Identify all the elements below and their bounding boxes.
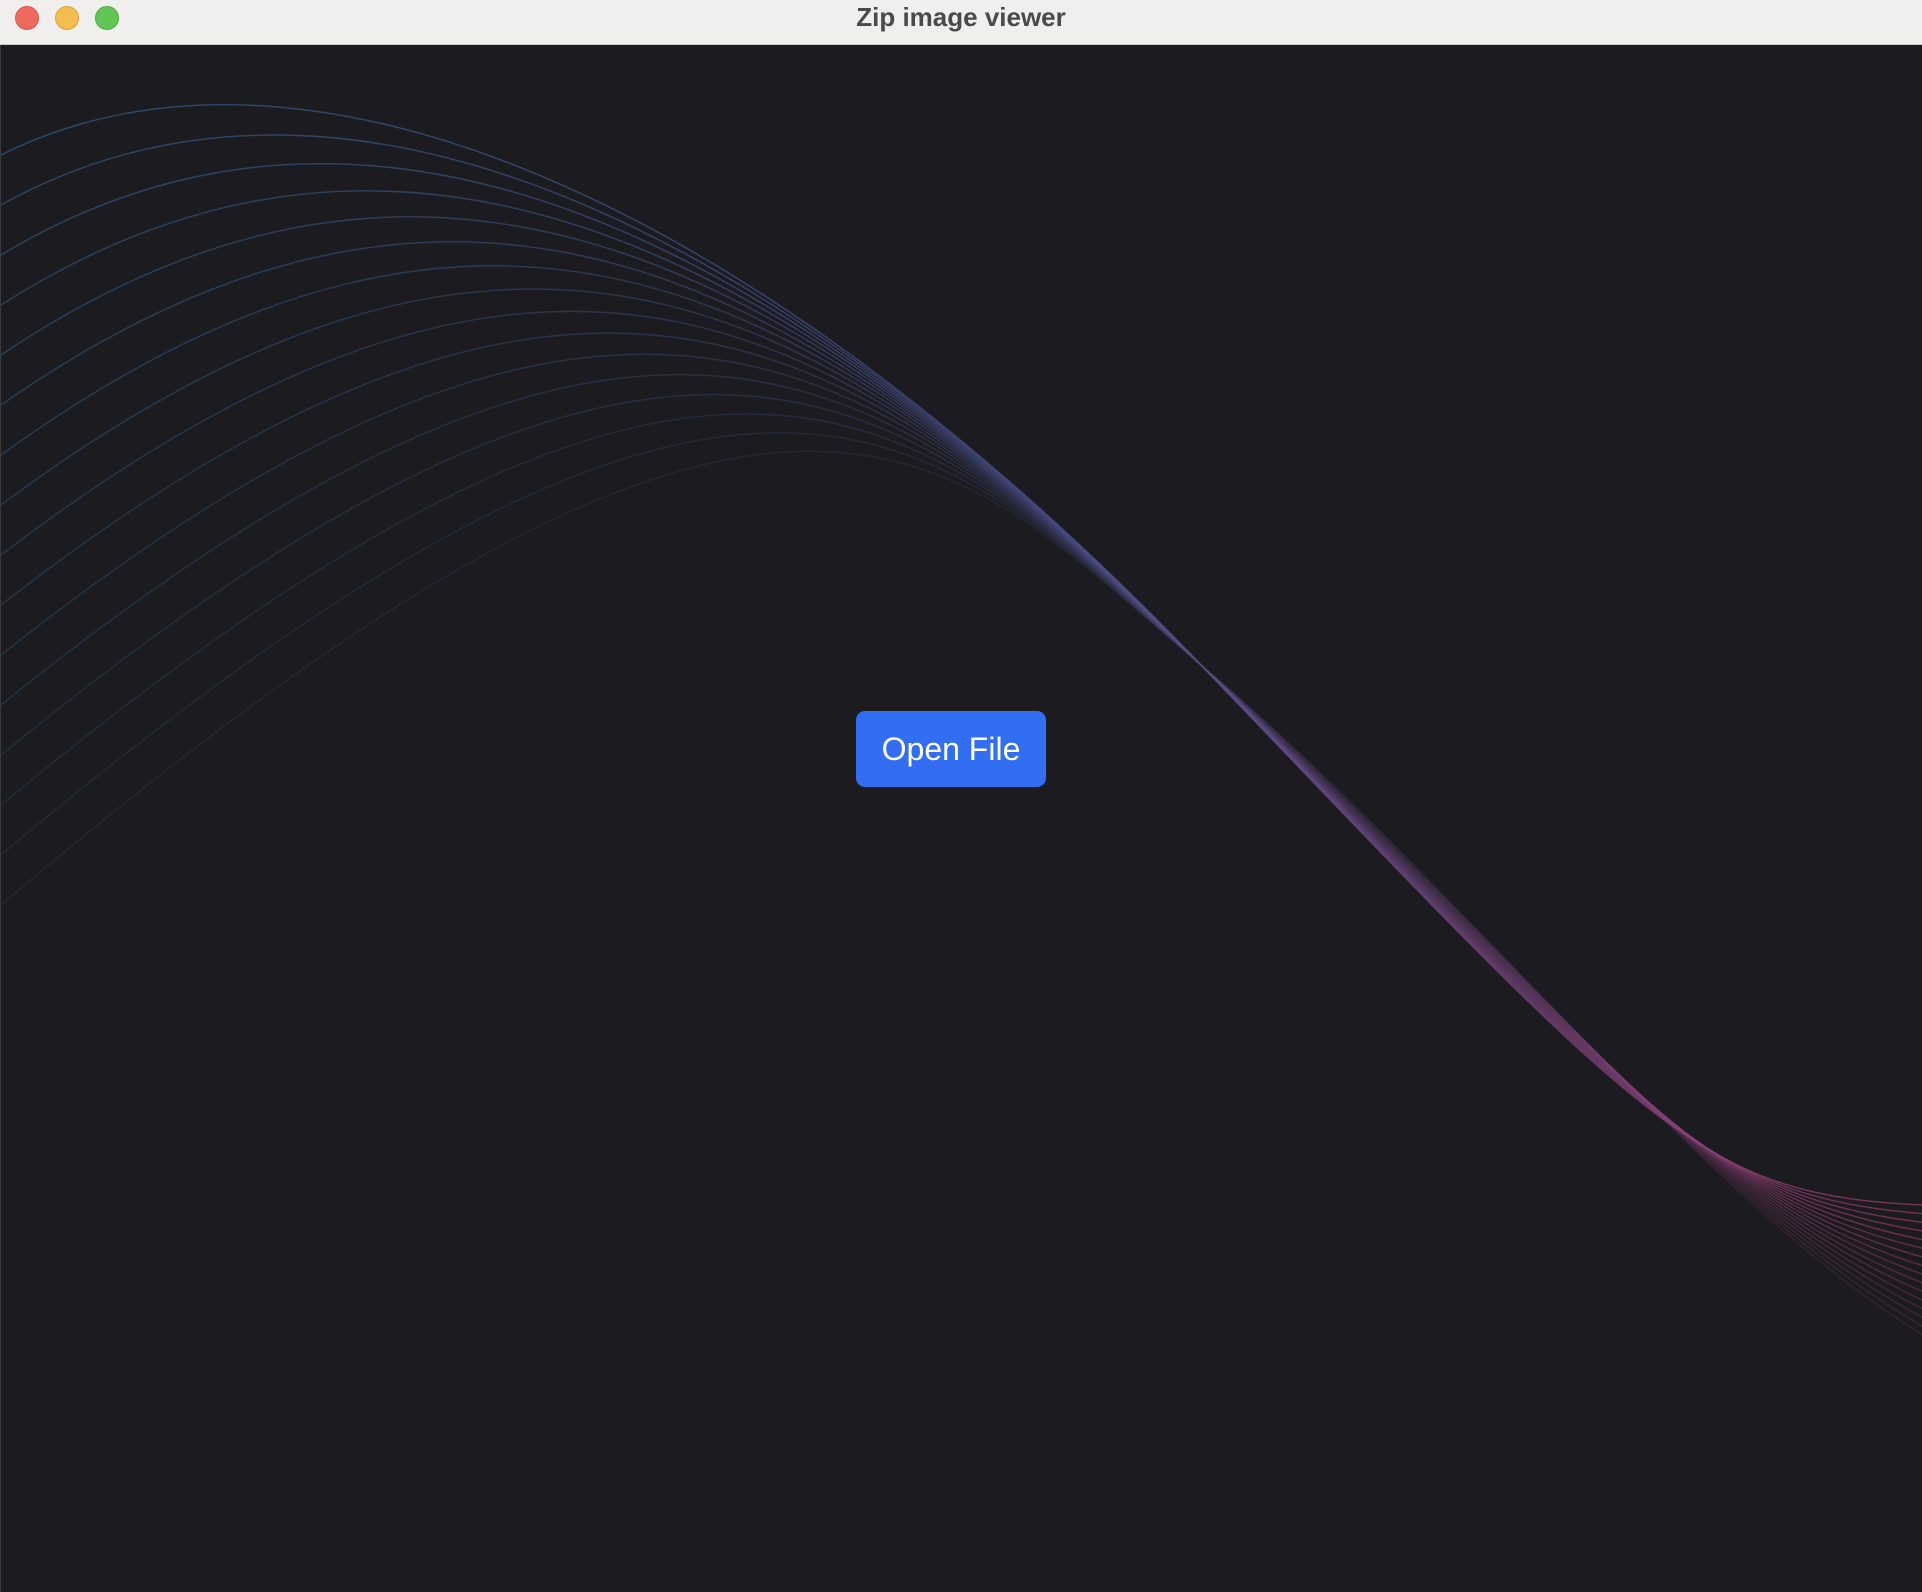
wave-line [1, 310, 1922, 1275]
wave-line [1, 332, 1922, 1284]
wave-line [1, 413, 1922, 1318]
decorative-wave-lines [1, 104, 1922, 1336]
wave-line [1, 104, 1922, 1206]
title-bar[interactable]: Zip image viewer [0, 0, 1922, 45]
wave-line [1, 432, 1922, 1327]
app-window: Zip image viewer Open File [0, 0, 1922, 1592]
wave-line [1, 373, 1922, 1301]
wave-line [1, 393, 1922, 1310]
wave-line [1, 134, 1922, 1215]
wave-line [1, 450, 1922, 1336]
open-file-button[interactable]: Open File [856, 711, 1046, 787]
window-title: Zip image viewer [856, 2, 1066, 32]
wave-line [1, 162, 1922, 1223]
wave-line [1, 353, 1922, 1293]
main-content: Open File [0, 45, 1922, 1592]
